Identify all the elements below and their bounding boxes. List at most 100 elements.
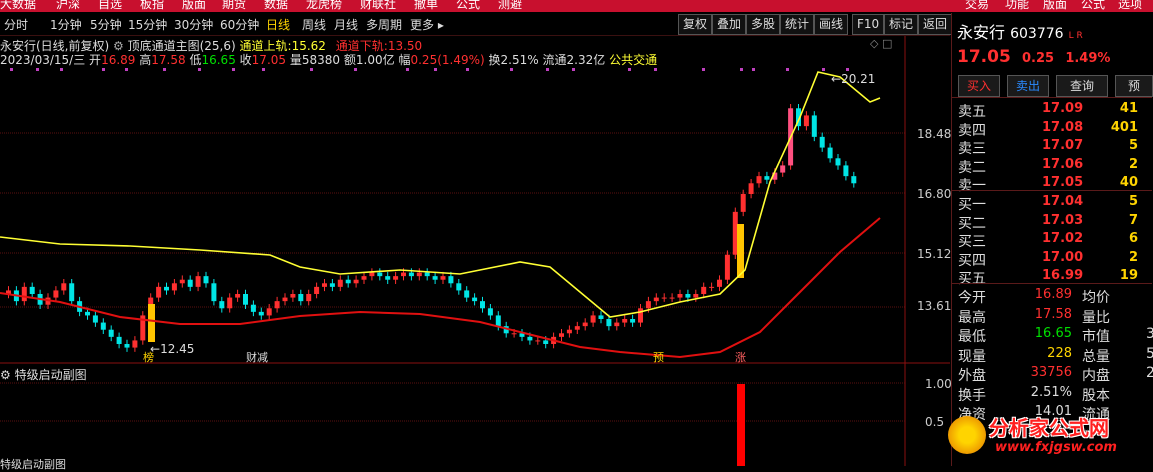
candle xyxy=(464,290,470,298)
level-price: 17.06 xyxy=(1042,156,1084,172)
signal-dot xyxy=(310,68,313,71)
top-nav-item[interactable]: 财联社 xyxy=(360,0,396,12)
amount-label: 额 xyxy=(343,53,356,67)
stat-value-2: 2 xyxy=(1146,365,1153,381)
bid-row[interactable]: 买三 17.02 6 xyxy=(958,231,1152,250)
level-price: 17.04 xyxy=(1042,194,1084,209)
top-nav-right-item[interactable]: 功能 xyxy=(1005,0,1029,12)
candle xyxy=(337,279,343,287)
candle xyxy=(164,286,169,291)
signal-dot xyxy=(846,68,849,71)
ask-row[interactable]: 卖五 17.09 41 xyxy=(958,101,1152,120)
level-volume: 7 xyxy=(1128,212,1138,228)
top-nav-item[interactable]: 期货 xyxy=(222,0,246,12)
candle xyxy=(314,286,320,294)
stat-value: 16.89 xyxy=(1034,287,1072,302)
candle xyxy=(290,294,296,298)
signal-dot xyxy=(10,68,13,71)
level-price: 17.07 xyxy=(1042,138,1084,154)
level-volume: 401 xyxy=(1110,119,1138,135)
candle xyxy=(606,319,612,327)
stat-label: 今开 xyxy=(958,290,986,306)
stat-row: 今开 16.89 均价 xyxy=(958,287,1152,306)
top-nav-right-item[interactable]: 交易 xyxy=(965,0,989,12)
price-pct: 1.49% xyxy=(1065,51,1111,66)
candle xyxy=(29,286,35,294)
candle xyxy=(851,176,857,184)
kline-chart[interactable] xyxy=(0,12,950,466)
signal-dot xyxy=(163,68,166,71)
bid-row[interactable]: 买一 17.04 5 xyxy=(958,194,1152,213)
stat-label: 换手 xyxy=(958,387,986,404)
top-nav-item[interactable]: 版面 xyxy=(182,0,206,12)
level-price: 17.03 xyxy=(1042,212,1084,228)
candle xyxy=(274,301,280,309)
candle xyxy=(432,276,438,280)
top-nav-right-item[interactable]: 版面 xyxy=(1043,0,1067,12)
signal-dot xyxy=(198,68,201,71)
bid-row[interactable]: 买四 17.00 2 xyxy=(958,250,1152,269)
marker-caijian[interactable]: 财减 xyxy=(246,349,268,365)
lower-band-line xyxy=(0,217,881,359)
top-nav-item[interactable]: 龙虎榜 xyxy=(306,0,342,12)
gear-icon[interactable]: ⚙ xyxy=(0,368,11,382)
stat-value-2: 5 xyxy=(1146,345,1153,362)
signal-dot xyxy=(572,68,575,71)
buy-button[interactable]: 买入 xyxy=(958,75,1000,97)
marker-bang[interactable]: 榜 xyxy=(143,349,154,365)
divider xyxy=(952,283,1152,284)
top-nav-item[interactable]: 板指 xyxy=(140,0,164,12)
signal-dot xyxy=(36,68,39,71)
candle xyxy=(614,322,620,327)
bid-row[interactable]: 买五 16.99 19 xyxy=(958,268,1152,287)
signal-dot xyxy=(510,68,513,71)
candle xyxy=(630,319,636,323)
marker-zhang[interactable]: 涨 xyxy=(735,349,746,365)
candle xyxy=(645,301,651,309)
top-nav-right-item[interactable]: 选项 xyxy=(1118,0,1142,12)
ask-row[interactable]: 卖三 17.07 5 xyxy=(958,138,1152,157)
candle xyxy=(258,311,264,316)
level-price: 16.99 xyxy=(1042,268,1084,284)
top-nav-item[interactable]: 数据 xyxy=(264,0,288,12)
top-nav-item[interactable]: 公式 xyxy=(456,0,480,12)
sub-tick: 0.5 xyxy=(925,415,945,429)
top-nav-item[interactable]: 测避 xyxy=(498,0,522,12)
sector[interactable]: 公共交通 xyxy=(609,53,657,67)
query-button[interactable]: 查询 xyxy=(1056,75,1108,97)
stat-label-2: 量比 xyxy=(1082,309,1110,326)
candle xyxy=(408,272,414,277)
candle xyxy=(582,322,588,327)
float-label: 流通 xyxy=(542,53,567,67)
divider xyxy=(952,190,1152,191)
marker-yu[interactable]: 预 xyxy=(653,349,664,365)
candle xyxy=(416,272,422,277)
high-value: 17.58 xyxy=(151,53,186,67)
signal-dot xyxy=(232,68,235,71)
top-nav-item[interactable]: 自选 xyxy=(98,0,122,12)
ask-row[interactable]: 卖二 17.06 2 xyxy=(958,157,1152,176)
top-nav-item[interactable]: 撤单 xyxy=(414,0,438,12)
candle xyxy=(385,276,391,280)
level-label: 卖一 xyxy=(958,178,986,195)
amount-value: 1.00亿 xyxy=(355,53,395,67)
top-nav-item[interactable]: 大数据 xyxy=(0,0,36,12)
ohlc-info-line: 2023/03/15/三 开16.89 高17.58 低16.65 收17.05… xyxy=(0,51,657,68)
top-nav-right-item[interactable]: 公式 xyxy=(1081,0,1105,12)
ask-row[interactable]: 卖四 17.08 401 xyxy=(958,120,1152,139)
candle xyxy=(764,176,770,180)
change-label: 幅 xyxy=(398,53,411,67)
sell-button[interactable]: 卖出 xyxy=(1007,75,1049,97)
close-icon[interactable]: □ xyxy=(882,37,892,50)
bid-row[interactable]: 买二 17.03 7 xyxy=(958,213,1152,232)
high-annotation-value: 20.21 xyxy=(841,72,876,86)
chart-corner-icons[interactable]: ◇ □ xyxy=(870,37,892,50)
candle xyxy=(306,294,312,302)
candle xyxy=(559,333,564,337)
candle xyxy=(566,329,572,334)
candle xyxy=(543,340,549,344)
stat-label-2: 均价 xyxy=(1082,290,1110,306)
ask-row[interactable]: 卖一 17.05 40 xyxy=(958,175,1152,194)
preset-button[interactable]: 预 xyxy=(1115,75,1153,97)
top-nav-item[interactable]: 沪深 xyxy=(56,0,80,12)
